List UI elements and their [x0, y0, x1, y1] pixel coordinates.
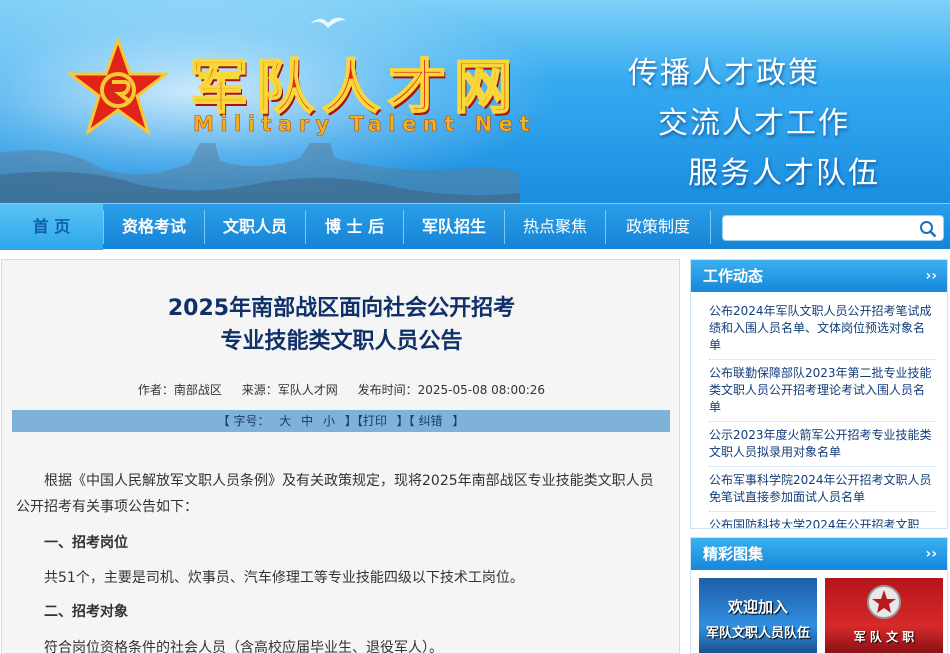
- search-input[interactable]: [729, 218, 909, 238]
- search-icon[interactable]: [919, 220, 937, 238]
- gallery-header: 精彩图集 ››: [691, 538, 947, 570]
- more-arrow-icon[interactable]: ››: [925, 260, 937, 292]
- article-toolbar: 【 字号： 大 中 小 】【打印 】【 纠错 】: [12, 410, 670, 432]
- article-author: 作者：南部战区: [137, 383, 222, 397]
- more-arrow-icon[interactable]: ››: [925, 538, 937, 570]
- section-heading-positions: 一、招考岗位: [44, 535, 128, 551]
- gallery-box: 精彩图集 ›› 欢迎加入 军队文职人员队伍 军 队 文 职: [690, 537, 948, 654]
- news-item[interactable]: 公示2023年度火箭军公开招考专业技能类文职人员拟录用对象名单: [709, 422, 935, 467]
- red-star-logo-icon: [68, 38, 168, 136]
- news-item[interactable]: 公布2024年军队文职人员公开招考笔试成绩和入围人员名单、文体岗位预选对象名单: [709, 298, 935, 360]
- nav-policy[interactable]: 政策制度: [606, 204, 710, 250]
- news-list: 公布2024年军队文职人员公开招考笔试成绩和入围人员名单、文体岗位预选对象名单 …: [691, 292, 947, 528]
- site-subtitle: Military Talent Net: [193, 112, 536, 137]
- thumb-text: 军 队 文 职: [853, 630, 915, 644]
- news-item[interactable]: 公布国防科技大学2024年公开招考文职: [709, 512, 935, 528]
- nav-separator: [710, 210, 711, 244]
- section-text-positions: 共51个，主要是司机、炊事员、汽车修理工等专业技能四级以下技术工岗位。: [44, 570, 524, 586]
- gallery-thumb-recruit[interactable]: 欢迎加入 军队文职人员队伍: [699, 578, 817, 653]
- bird-icon: [310, 17, 346, 28]
- article-paragraph: 根据《中国人民解放军文职人员条例》及有关政策规定，现将2025年南部战区专业技能…: [16, 473, 654, 515]
- article-title-line2: 专业技能类文职人员公告: [220, 329, 463, 354]
- font-small-link[interactable]: 小: [323, 414, 335, 428]
- thumb-text: 军队文职人员队伍: [705, 626, 810, 641]
- article-time: 发布时间：2025-05-08 08:00:26: [357, 383, 546, 397]
- section-text-applicants: 符合岗位资格条件的社会人员（含高校应届毕业生、退役军人）。: [44, 640, 443, 654]
- nav-military-admission[interactable]: 军队招生: [404, 204, 504, 250]
- page-root: 军队人才网 Military Talent Net 传播人才政策 交流人才工作 …: [0, 0, 950, 654]
- work-news-header: 工作动态 ››: [691, 260, 947, 292]
- header-banner: 军队人才网 Military Talent Net 传播人才政策 交流人才工作 …: [0, 0, 950, 203]
- font-large-link[interactable]: 大: [279, 414, 291, 428]
- main-nav: 首 页 资格考试 文职人员 博 士 后 军队招生 热点聚焦 政策制度: [0, 203, 950, 250]
- emblem-icon: [867, 585, 901, 619]
- nav-home[interactable]: 首 页: [0, 204, 103, 250]
- nav-civilian-staff[interactable]: 文职人员: [205, 204, 305, 250]
- nav-qualification-exam[interactable]: 资格考试: [104, 204, 204, 250]
- thumb-text: 欢迎加入: [727, 598, 788, 616]
- font-medium-link[interactable]: 中: [301, 414, 313, 428]
- gallery-thumb-emblem[interactable]: 军 队 文 职: [825, 578, 943, 653]
- nav-hot-topics[interactable]: 热点聚焦: [505, 204, 605, 250]
- article-source: 来源：军队人才网: [241, 383, 338, 397]
- article-meta: 作者：南部战区 来源：军队人才网 发布时间：2025-05-08 08:00:2…: [2, 381, 679, 398]
- toolbar-end: 】: [452, 414, 465, 428]
- print-link[interactable]: 】【打印: [345, 414, 387, 428]
- search-box: [722, 215, 944, 241]
- work-news-title: 工作动态: [703, 267, 764, 285]
- news-item[interactable]: 公布军事科学院2024年公开招考文职人员免笔试直接参加面试人员名单: [709, 467, 935, 512]
- work-news-box: 工作动态 ›› 公布2024年军队文职人员公开招考笔试成绩和入围人员名单、文体岗…: [690, 259, 948, 529]
- gallery-title: 精彩图集: [703, 545, 764, 563]
- article-panel: 2025年南部战区面向社会公开招考 专业技能类文职人员公告 作者：南部战区 来源…: [1, 259, 680, 654]
- slogan-2: 交流人才工作: [658, 106, 850, 141]
- nav-postdoc[interactable]: 博 士 后: [306, 204, 403, 250]
- slogan-3: 服务人才队伍: [688, 156, 880, 191]
- font-size-label: 【 字号：: [217, 414, 270, 428]
- correct-link[interactable]: 】【 纠错: [397, 414, 443, 428]
- section-heading-applicants: 二、招考对象: [44, 604, 128, 620]
- news-item[interactable]: 公布联勤保障部队2023年第二批专业技能类文职人员公开招考理论考试入围人员名单: [709, 360, 935, 422]
- article-title-line1: 2025年南部战区面向社会公开招考: [167, 296, 516, 321]
- slogan-1: 传播人才政策: [628, 56, 820, 91]
